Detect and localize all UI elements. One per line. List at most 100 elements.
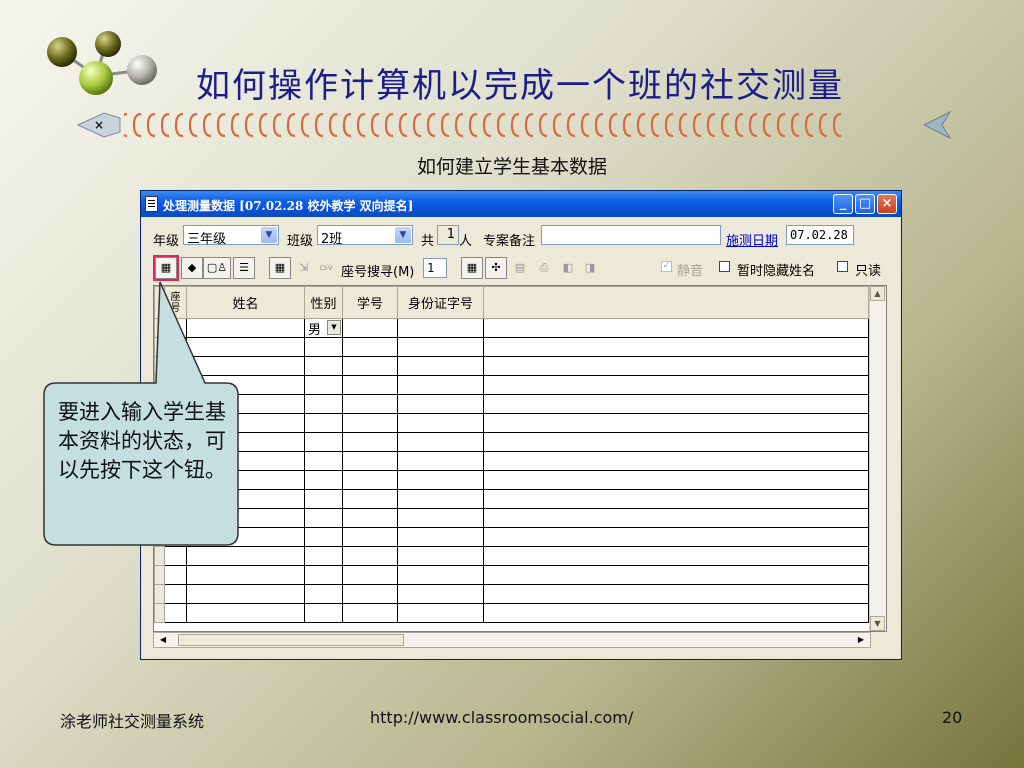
grid-button[interactable]: ▦ [461, 257, 483, 279]
table-cell[interactable] [397, 413, 484, 433]
table-cell[interactable] [164, 527, 187, 547]
table-cell[interactable] [164, 565, 187, 585]
table-cell[interactable] [342, 318, 398, 338]
footer-url[interactable]: http://www.classroomsocial.com/ [370, 708, 633, 727]
table-cell[interactable] [342, 584, 398, 604]
table-cell[interactable] [304, 603, 343, 623]
student-grid[interactable]: 座号 姓名 性别 学号 身份证字号 男 ▼ ▲ ▼ [153, 285, 887, 632]
table-cell[interactable] [164, 603, 187, 623]
table-cell[interactable] [397, 432, 484, 452]
scroll-thumb[interactable] [178, 634, 404, 646]
table-cell[interactable] [397, 375, 484, 395]
mute-checkbox[interactable]: ✓ [661, 261, 672, 272]
table-cell[interactable] [342, 489, 398, 509]
chevron-down-icon[interactable]: ▼ [395, 227, 411, 243]
table-cell[interactable] [483, 318, 869, 338]
scroll-right-icon[interactable]: ▶ [854, 633, 868, 647]
table-cell[interactable] [342, 470, 398, 490]
table-row[interactable] [154, 413, 869, 433]
table-cell[interactable] [483, 489, 869, 509]
table-cell[interactable] [483, 584, 869, 604]
table-cell[interactable] [483, 546, 869, 566]
table-cell[interactable] [304, 489, 343, 509]
table-row[interactable] [154, 546, 869, 566]
column-header-id-number[interactable]: 身份证字号 [397, 286, 484, 319]
table-cell[interactable] [304, 470, 343, 490]
table-cell[interactable] [304, 508, 343, 528]
table-cell[interactable] [397, 527, 484, 547]
table-cell[interactable] [397, 356, 484, 376]
table-row[interactable] [154, 584, 869, 604]
table-cell[interactable] [164, 584, 187, 604]
table-cell[interactable] [483, 508, 869, 528]
table-cell[interactable] [304, 337, 343, 357]
table-row[interactable] [154, 565, 869, 585]
table-cell[interactable] [397, 603, 484, 623]
table-cell[interactable] [483, 394, 869, 414]
table-cell[interactable] [164, 375, 187, 395]
network-button[interactable]: ✣ [485, 257, 507, 279]
table-cell[interactable] [186, 318, 305, 338]
table-row[interactable] [154, 337, 869, 357]
table-cell[interactable] [186, 356, 305, 376]
column-header-seat[interactable]: 座号 [164, 286, 187, 319]
table-cell[interactable] [186, 584, 305, 604]
table-cell[interactable] [397, 584, 484, 604]
table-cell[interactable] [483, 470, 869, 490]
table-cell[interactable] [304, 527, 343, 547]
table-cell[interactable] [164, 318, 187, 338]
table-cell[interactable] [186, 565, 305, 585]
table-row[interactable] [154, 489, 869, 509]
grade-select[interactable]: 三年级 ▼ [183, 225, 279, 247]
table-cell[interactable] [397, 470, 484, 490]
table-cell[interactable] [304, 546, 343, 566]
table-cell[interactable] [483, 565, 869, 585]
chevron-down-icon[interactable]: ▼ [261, 227, 277, 243]
table-view-button[interactable]: ▦ [269, 257, 291, 279]
table-cell[interactable] [164, 546, 187, 566]
chevron-down-icon[interactable]: ▼ [327, 320, 341, 335]
table-cell[interactable] [342, 432, 398, 452]
table-cell[interactable] [304, 394, 343, 414]
table-cell[interactable] [342, 508, 398, 528]
table-cell[interactable] [342, 527, 398, 547]
table-row[interactable] [154, 451, 869, 471]
table-cell[interactable] [186, 527, 305, 547]
export-doc-icon[interactable]: ▤ [509, 257, 531, 279]
table-cell[interactable] [164, 508, 187, 528]
import-icon[interactable]: ⇲ [293, 257, 315, 279]
horizontal-scrollbar[interactable]: ◀ ▶ [153, 632, 871, 648]
minimize-button[interactable]: _ [833, 194, 853, 214]
gender-dropdown-cell[interactable]: 男 ▼ [304, 318, 343, 338]
table-cell[interactable] [342, 546, 398, 566]
csv-export-icon[interactable]: csv [315, 257, 337, 279]
table-cell[interactable] [186, 546, 305, 566]
table-cell[interactable] [342, 356, 398, 376]
table-cell[interactable] [397, 318, 484, 338]
table-cell[interactable] [397, 546, 484, 566]
vertical-scrollbar[interactable]: ▲ ▼ [869, 286, 886, 631]
table-cell[interactable] [342, 337, 398, 357]
table-cell[interactable] [186, 375, 305, 395]
class-select[interactable]: 2班 ▼ [317, 225, 413, 247]
nav-arrows-button[interactable]: ◆ [181, 257, 203, 279]
paste-icon[interactable]: ◨ [579, 257, 601, 279]
table-row[interactable] [154, 356, 869, 376]
table-cell[interactable] [304, 451, 343, 471]
table-cell[interactable] [483, 603, 869, 623]
table-row[interactable] [154, 432, 869, 452]
table-cell[interactable] [186, 337, 305, 357]
table-cell[interactable] [304, 432, 343, 452]
table-cell[interactable] [397, 565, 484, 585]
table-cell[interactable] [483, 527, 869, 547]
test-date-input[interactable]: 07.02.28 [786, 225, 854, 245]
table-cell[interactable] [397, 489, 484, 509]
note-input[interactable] [541, 225, 721, 245]
table-row[interactable] [154, 375, 869, 395]
close-button[interactable]: × [877, 194, 897, 214]
table-row[interactable] [154, 394, 869, 414]
table-cell[interactable] [186, 489, 305, 509]
maximize-button[interactable]: □ [855, 194, 875, 214]
table-cell[interactable] [342, 451, 398, 471]
table-cell[interactable] [164, 356, 187, 376]
